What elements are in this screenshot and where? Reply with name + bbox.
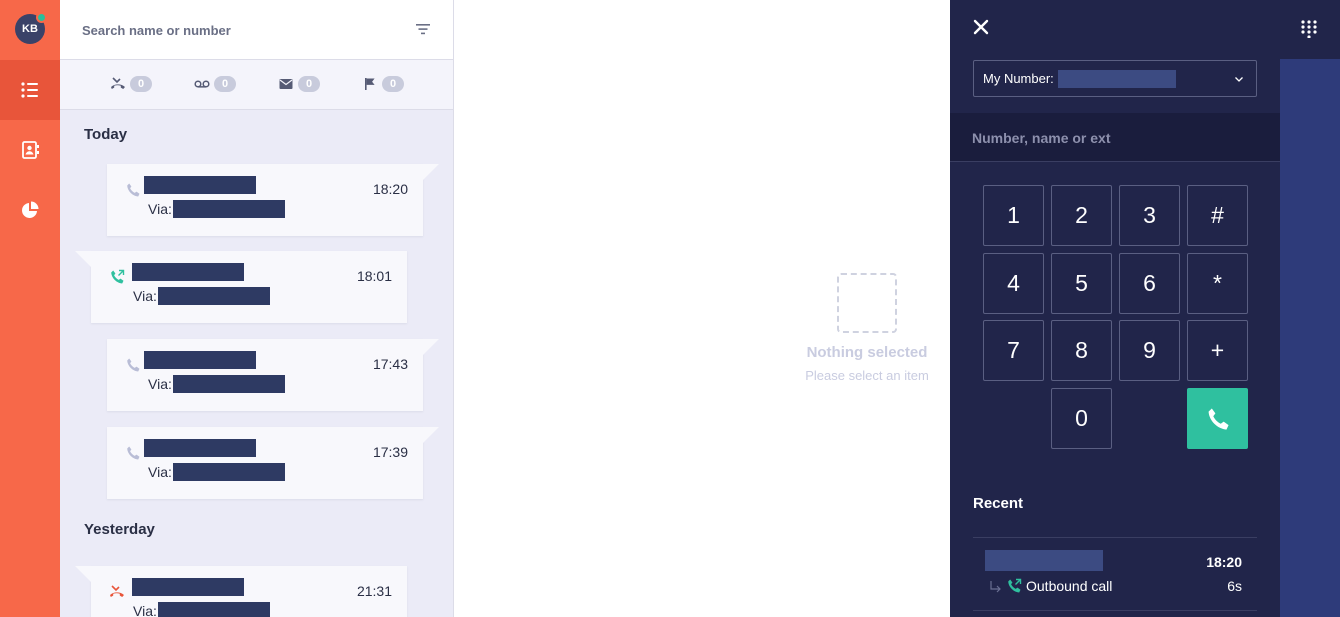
dial-key-2[interactable]: 2 xyxy=(1051,185,1112,246)
call-button[interactable] xyxy=(1187,388,1248,449)
message-icon xyxy=(279,79,293,89)
contact-name-redacted xyxy=(144,176,256,194)
my-number-redacted xyxy=(1058,70,1176,88)
counter-voicemail[interactable]: 0 xyxy=(194,76,236,92)
voicemail-icon xyxy=(194,80,210,88)
item-time: 17:39 xyxy=(372,444,408,460)
feed-list-icon xyxy=(21,82,38,98)
dial-key-6[interactable]: 6 xyxy=(1119,253,1180,314)
nav-rail: KB xyxy=(0,0,60,617)
avatar-initials: KB xyxy=(22,23,38,35)
presence-status-dot xyxy=(36,12,47,23)
missed-call-icon xyxy=(111,77,125,89)
dial-key-9[interactable]: 9 xyxy=(1119,320,1180,381)
recent-heading: Recent xyxy=(973,495,1024,512)
empty-state-title: Nothing selected xyxy=(806,344,928,361)
counter-badge: 0 xyxy=(214,76,236,92)
via-number-redacted xyxy=(158,287,270,305)
via-label: Via: xyxy=(133,288,157,304)
contacts-book-icon xyxy=(22,141,39,159)
close-icon[interactable] xyxy=(972,18,990,36)
counter-flagged[interactable]: 0 xyxy=(362,76,404,92)
contact-name-redacted xyxy=(132,263,244,281)
feed-item[interactable]: Via: 18:01 xyxy=(75,251,407,323)
empty-state-placeholder xyxy=(837,273,897,333)
missed-call-icon xyxy=(110,585,124,597)
counter-badge: 0 xyxy=(382,76,404,92)
recent-contact-redacted xyxy=(985,550,1103,571)
feed-item[interactable]: Via: 17:39 xyxy=(107,427,439,499)
counter-messages[interactable]: 0 xyxy=(278,76,320,92)
dial-key-0[interactable]: 0 xyxy=(1051,388,1112,449)
day-label-yesterday: Yesterday xyxy=(84,521,155,538)
item-time: 17:43 xyxy=(372,356,408,372)
via-number-redacted xyxy=(173,200,285,218)
feed-item[interactable]: Via: 17:43 xyxy=(107,339,439,411)
dial-key-hash[interactable]: # xyxy=(1187,185,1248,246)
dial-key-8[interactable]: 8 xyxy=(1051,320,1112,381)
recent-call-time: 18:20 xyxy=(1206,554,1242,570)
avatar[interactable]: KB xyxy=(15,12,47,44)
my-number-select[interactable]: My Number: xyxy=(973,60,1257,97)
counter-badge: 0 xyxy=(130,76,152,92)
via-number-redacted xyxy=(158,602,270,617)
contact-name-redacted xyxy=(144,439,256,457)
recent-call-row[interactable]: 18:20 Outbound call 6s xyxy=(973,538,1257,611)
my-number-label: My Number: xyxy=(983,71,1054,86)
inbound-call-icon xyxy=(127,183,140,197)
recent-call-type: Outbound call xyxy=(1026,578,1113,594)
search-input[interactable] xyxy=(82,18,402,42)
contact-name-redacted xyxy=(132,578,244,596)
dial-key-star[interactable]: * xyxy=(1187,253,1248,314)
via-label: Via: xyxy=(133,603,157,617)
counter-missed-calls[interactable]: 0 xyxy=(110,76,152,92)
feed-item[interactable]: Via: 21:31 xyxy=(75,566,407,617)
contact-name-redacted xyxy=(144,351,256,369)
nav-item-analytics[interactable] xyxy=(0,180,60,240)
dial-key-5[interactable]: 5 xyxy=(1051,253,1112,314)
activity-feed: 0 0 0 0 Today xyxy=(60,0,454,617)
item-time: 18:20 xyxy=(372,181,408,197)
feed-counters: 0 0 0 0 xyxy=(60,60,453,110)
dial-key-3[interactable]: 3 xyxy=(1119,185,1180,246)
via-label: Via: xyxy=(148,376,172,392)
dial-input-bar xyxy=(950,113,1280,162)
dialer-panel: My Number: 1 2 3 # 4 5 6 * 7 8 9 + 0 Rec… xyxy=(950,0,1280,617)
reply-arrow-icon xyxy=(990,581,1001,593)
outbound-call-icon xyxy=(111,269,125,284)
item-time: 21:31 xyxy=(356,583,392,599)
nav-item-feed[interactable] xyxy=(0,60,60,120)
inbound-call-icon xyxy=(127,446,140,460)
search-bar xyxy=(60,0,453,60)
filter-icon[interactable] xyxy=(414,20,432,38)
dial-key-7[interactable]: 7 xyxy=(983,320,1044,381)
dial-key-plus[interactable]: + xyxy=(1187,320,1248,381)
via-label: Via: xyxy=(148,464,172,480)
counter-badge: 0 xyxy=(298,76,320,92)
flag-icon xyxy=(365,78,375,90)
dial-number-input[interactable] xyxy=(972,127,1252,149)
empty-state-subtitle: Please select an item xyxy=(805,368,929,383)
phone-icon xyxy=(1208,407,1229,430)
via-number-redacted xyxy=(173,463,285,481)
via-label: Via: xyxy=(148,201,172,217)
chevron-down-icon xyxy=(1235,77,1243,82)
outbound-call-icon xyxy=(1008,578,1022,593)
nav-item-contacts[interactable] xyxy=(0,120,60,180)
via-number-redacted xyxy=(173,375,285,393)
item-time: 18:01 xyxy=(356,268,392,284)
recent-call-duration: 6s xyxy=(1227,578,1242,594)
dial-key-4[interactable]: 4 xyxy=(983,253,1044,314)
analytics-pie-icon xyxy=(22,201,39,218)
day-label-today: Today xyxy=(84,126,128,143)
dialer-toggle-area xyxy=(1280,0,1340,59)
keypad-grid-icon[interactable] xyxy=(1300,20,1318,38)
dial-key-1[interactable]: 1 xyxy=(983,185,1044,246)
feed-item[interactable]: Via: 18:20 xyxy=(107,164,439,236)
right-sidebar xyxy=(1280,0,1340,617)
inbound-call-icon xyxy=(127,358,140,372)
